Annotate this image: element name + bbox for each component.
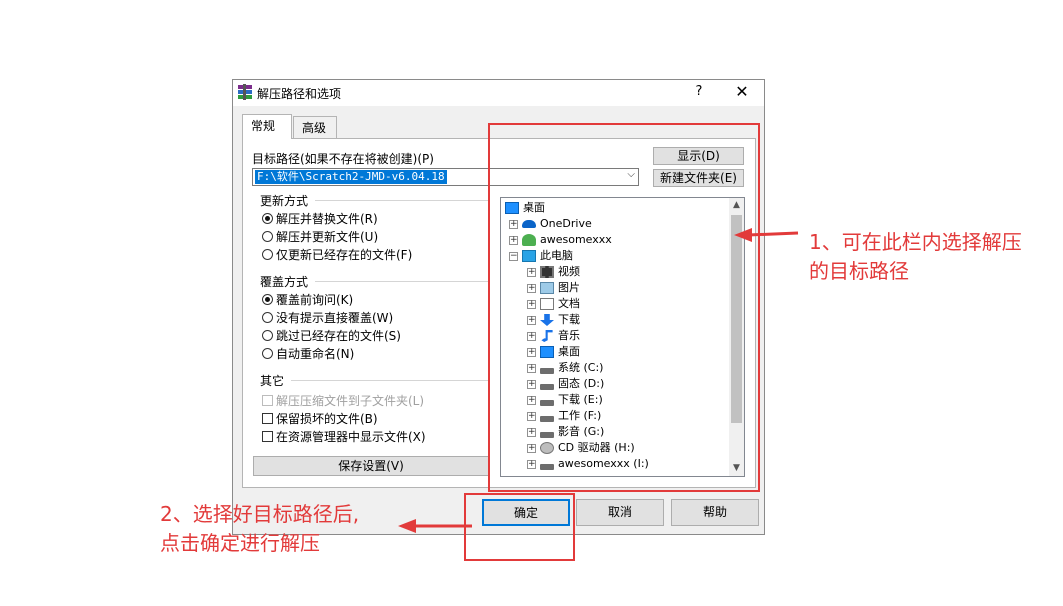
highlight-box-tree	[488, 123, 760, 492]
winrar-icon	[238, 84, 252, 100]
radio-indicator	[262, 348, 273, 359]
save-settings-button[interactable]: 保存设置(V)	[253, 456, 489, 476]
radio-indicator	[262, 231, 273, 242]
radio-indicator	[262, 213, 273, 224]
radio-label: 解压并替换文件(R)	[276, 212, 378, 226]
radio-existing-only[interactable]: 仅更新已经存在的文件(F)	[262, 246, 412, 263]
radio-label: 解压并更新文件(U)	[276, 230, 379, 244]
close-icon[interactable]: ✕	[731, 82, 753, 102]
other-group-title: 其它	[260, 374, 285, 388]
path-input[interactable]: F:\软件\Scratch2-JMD-v6.04.18	[255, 170, 447, 184]
checkbox-indicator	[262, 395, 273, 406]
divider	[315, 281, 490, 282]
radio-indicator	[262, 330, 273, 341]
radio-indicator	[262, 312, 273, 323]
radio-overwrite[interactable]: 没有提示直接覆盖(W)	[262, 309, 393, 326]
tab-advanced[interactable]: 高级	[293, 116, 337, 138]
help-title-button[interactable]: ?	[689, 82, 709, 102]
radio-skip[interactable]: 跳过已经存在的文件(S)	[262, 327, 401, 344]
annotation-text: 点击确定进行解压	[160, 531, 320, 555]
arrow-left-icon	[734, 228, 799, 242]
dialog-title: 解压路径和选项	[257, 87, 342, 101]
divider	[315, 200, 490, 201]
divider	[291, 380, 490, 381]
annotation-note-1: 1、可在此栏内选择解压 的目标路径	[809, 228, 1022, 286]
checkbox-keep-broken[interactable]: 保留损坏的文件(B)	[262, 410, 378, 427]
highlight-box-ok	[464, 493, 575, 561]
radio-indicator	[262, 294, 273, 305]
annotation-text: 的目标路径	[809, 259, 909, 283]
arrow-left-icon	[398, 519, 472, 533]
radio-label: 覆盖前询问(K)	[276, 293, 354, 307]
radio-label: 跳过已经存在的文件(S)	[276, 329, 401, 343]
radio-update[interactable]: 解压并更新文件(U)	[262, 228, 378, 245]
checkbox-label: 在资源管理器中显示文件(X)	[276, 430, 426, 444]
cancel-button[interactable]: 取消	[576, 499, 664, 526]
title-bar: 解压路径和选项 ? ✕	[233, 80, 764, 106]
checkbox-label: 保留损坏的文件(B)	[276, 412, 378, 426]
update-group-title: 更新方式	[260, 194, 309, 208]
annotation-text: 1、可在此栏内选择解压	[809, 230, 1022, 254]
checkbox-indicator	[262, 413, 273, 424]
path-label: 目标路径(如果不存在将被创建)(P)	[252, 152, 434, 166]
radio-ask[interactable]: 覆盖前询问(K)	[262, 291, 353, 308]
checkbox-show-in-explorer[interactable]: 在资源管理器中显示文件(X)	[262, 428, 426, 445]
checkbox-indicator	[262, 431, 273, 442]
radio-indicator	[262, 249, 273, 260]
radio-label: 仅更新已经存在的文件(F)	[276, 248, 413, 262]
radio-label: 自动重命名(N)	[276, 347, 355, 361]
radio-rename[interactable]: 自动重命名(N)	[262, 345, 354, 362]
checkbox-subfolder[interactable]: 解压压缩文件到子文件夹(L)	[262, 392, 424, 409]
annotation-text: 2、选择好目标路径后,	[160, 502, 360, 526]
annotation-note-2: 2、选择好目标路径后, 点击确定进行解压	[160, 500, 359, 558]
radio-label: 没有提示直接覆盖(W)	[276, 311, 394, 325]
help-button[interactable]: 帮助	[671, 499, 759, 526]
overwrite-group-title: 覆盖方式	[260, 275, 309, 289]
radio-replace[interactable]: 解压并替换文件(R)	[262, 210, 378, 227]
tab-general[interactable]: 常规	[242, 114, 292, 139]
checkbox-label: 解压压缩文件到子文件夹(L)	[276, 394, 425, 408]
